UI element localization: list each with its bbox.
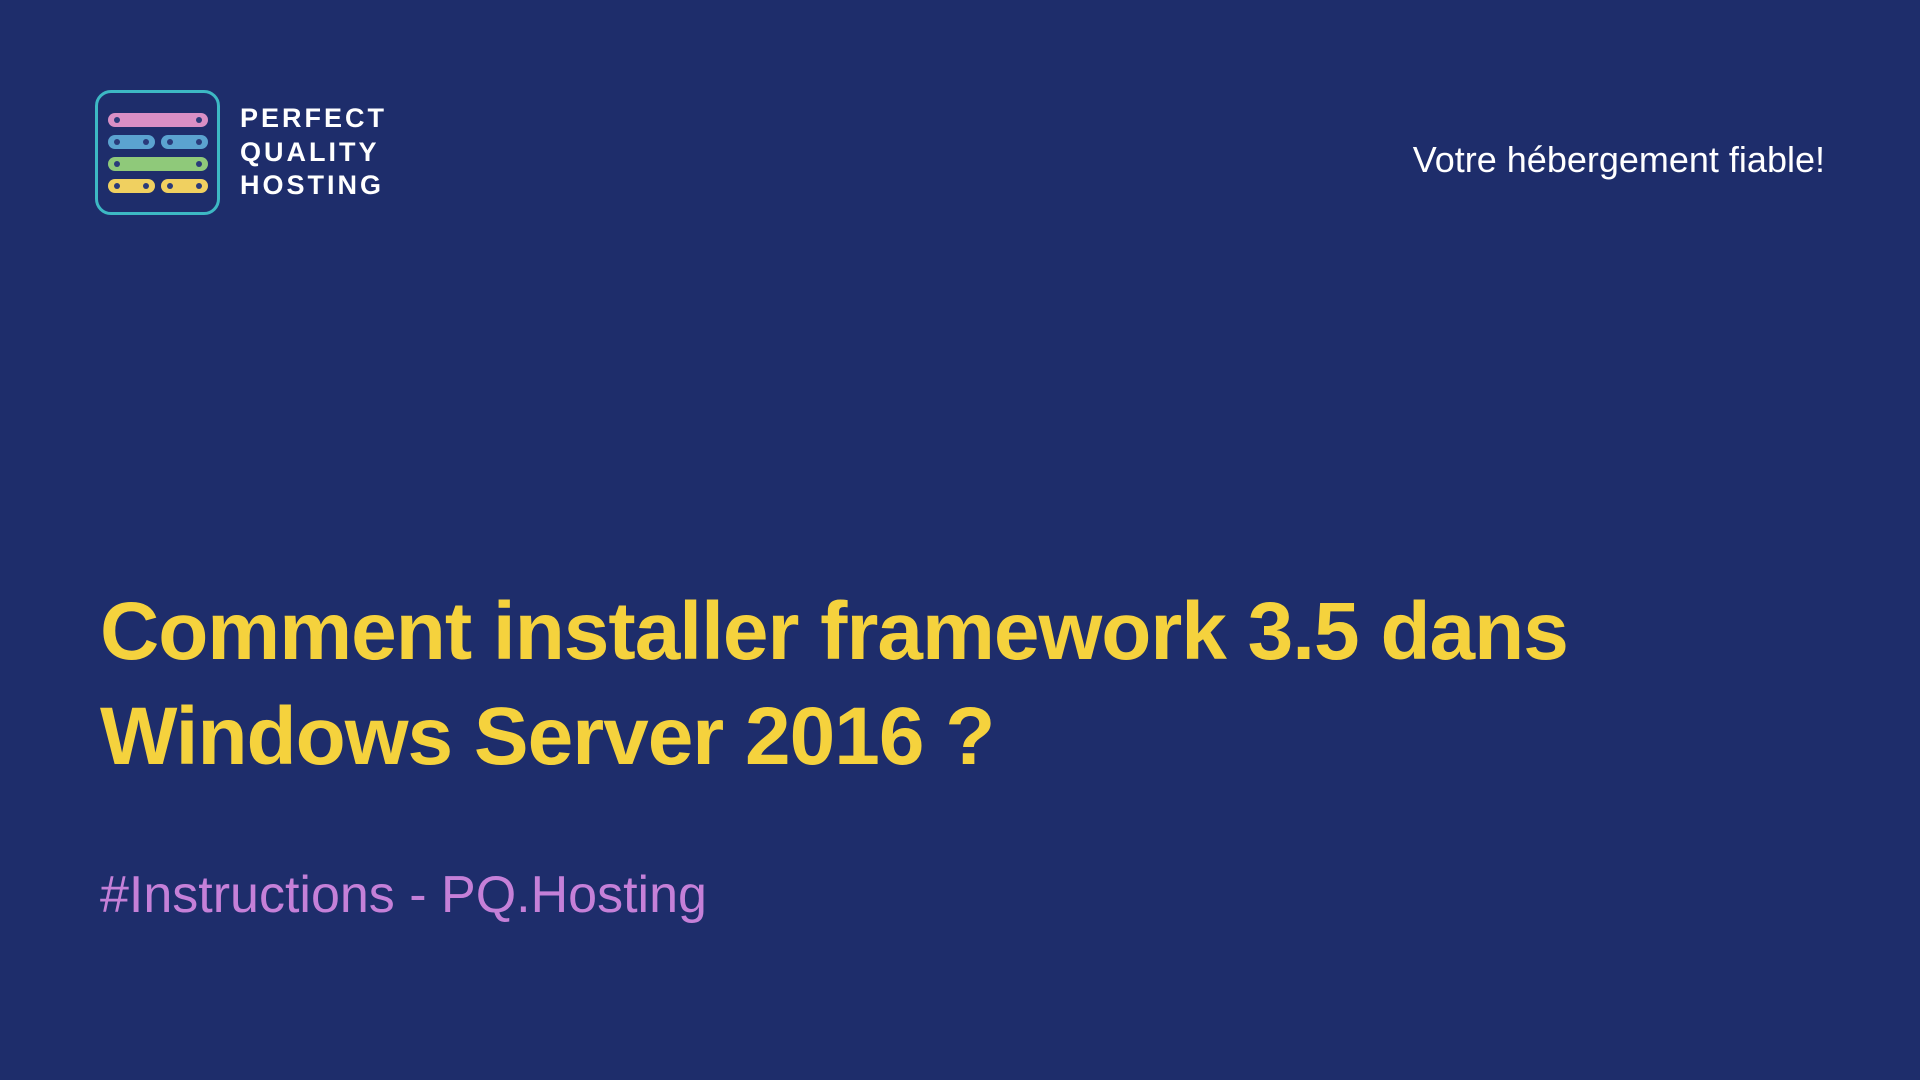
server-rack-row: [108, 179, 208, 193]
logo-icon: [95, 90, 220, 215]
logo-text-line1: PERFECT: [240, 102, 387, 136]
logo-text: PERFECT QUALITY HOSTING: [240, 102, 387, 203]
logo-text-line3: HOSTING: [240, 169, 387, 203]
logo-text-line2: QUALITY: [240, 136, 387, 170]
main-content: Comment installer framework 3.5 dans Win…: [100, 580, 1920, 925]
server-rack-icon: [161, 135, 208, 149]
server-rack-row: [108, 135, 208, 149]
server-rack-icon: [108, 157, 208, 171]
server-rack-icon: [108, 113, 208, 127]
server-rack-icon: [108, 179, 155, 193]
server-rack-icon: [108, 135, 155, 149]
page-title: Comment installer framework 3.5 dans Win…: [100, 580, 1920, 790]
header: PERFECT QUALITY HOSTING Votre hébergemen…: [95, 90, 1825, 215]
page-subtitle: #Instructions - PQ.Hosting: [100, 865, 1920, 925]
server-rack-icon: [161, 179, 208, 193]
tagline: Votre hébergement fiable!: [1413, 139, 1825, 181]
logo-container: PERFECT QUALITY HOSTING: [95, 90, 387, 215]
